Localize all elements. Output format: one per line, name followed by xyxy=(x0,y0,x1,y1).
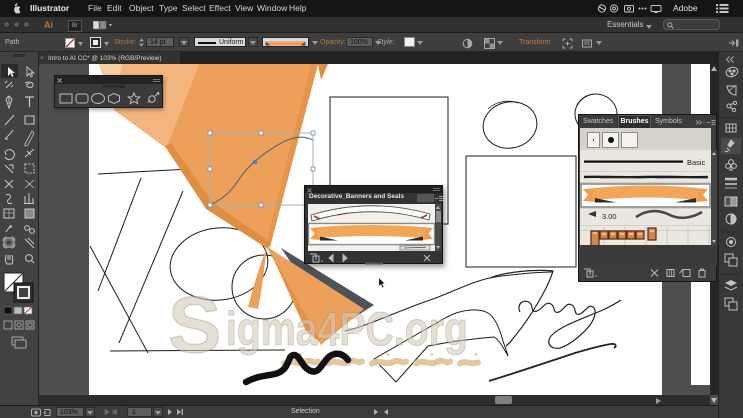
svg-text:igma4PC.org: igma4PC.org xyxy=(226,302,468,355)
svg-text:S: S xyxy=(168,280,221,369)
svg-text:Basic: Basic xyxy=(687,158,706,167)
svg-text:3.00: 3.00 xyxy=(602,212,617,221)
